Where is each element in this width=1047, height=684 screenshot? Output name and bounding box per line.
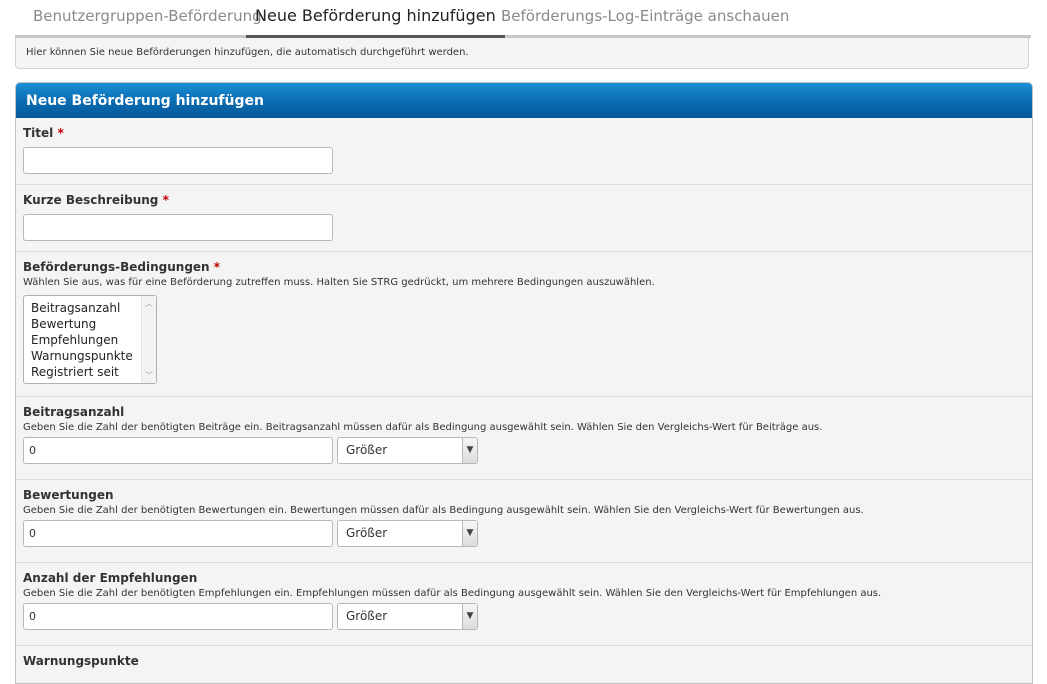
- post-count-description: Geben Sie die Zahl der benötigten Beiträ…: [23, 422, 823, 433]
- form-panel: Neue Beförderung hinzufügen Titel * Kurz…: [15, 82, 1033, 684]
- row-conditions: Beförderungs-Bedingungen * Wählen Sie au…: [16, 252, 1032, 397]
- conditions-option-post-count[interactable]: Beitragsanzahl: [31, 300, 120, 316]
- listbox-scrollbar[interactable]: ︿ ﹀: [141, 296, 156, 383]
- tab-add-new-promotion[interactable]: Neue Beförderung hinzufügen: [246, 0, 505, 38]
- post-count-comparison-value: Größer: [346, 443, 388, 457]
- title-label: Titel: [23, 126, 54, 140]
- ratings-comparison-select[interactable]: Größer ▼: [337, 520, 478, 547]
- row-warning-points: Warnungspunkte: [16, 646, 1032, 683]
- chevron-down-icon[interactable]: ▼: [462, 438, 477, 463]
- row-ratings: Bewertungen Geben Sie die Zahl der benöt…: [16, 480, 1032, 563]
- referrals-input[interactable]: 0: [23, 603, 333, 630]
- conditions-label: Beförderungs-Bedingungen: [23, 260, 210, 274]
- post-count-input[interactable]: 0: [23, 437, 333, 464]
- conditions-option-warning-points[interactable]: Warnungspunkte: [31, 348, 133, 364]
- tab-bar: Benutzergruppen-Beförderung Neue Beförde…: [15, 0, 1031, 38]
- row-short-description: Kurze Beschreibung *: [16, 185, 1032, 252]
- referrals-comparison-value: Größer: [346, 609, 388, 623]
- ratings-label: Bewertungen: [23, 488, 114, 502]
- ratings-comparison-value: Größer: [346, 526, 388, 540]
- referrals-description: Geben Sie die Zahl der benötigten Empfeh…: [23, 588, 882, 599]
- tab-usergroup-promotions[interactable]: Benutzergruppen-Beförderung: [33, 0, 262, 35]
- chevron-down-icon[interactable]: ▼: [462, 604, 477, 629]
- row-title: Titel *: [16, 118, 1032, 185]
- conditions-option-referrals[interactable]: Empfehlungen: [31, 332, 118, 348]
- required-marker: *: [57, 126, 64, 140]
- info-box: Hier können Sie neue Beförderungen hinzu…: [15, 38, 1029, 69]
- scroll-down-icon[interactable]: ﹀: [145, 370, 153, 381]
- short-description-input[interactable]: [23, 214, 333, 241]
- conditions-option-registered-since[interactable]: Registriert seit: [31, 364, 119, 380]
- info-text: Hier können Sie neue Beförderungen hinzu…: [26, 47, 469, 58]
- chevron-down-icon[interactable]: ▼: [462, 521, 477, 546]
- conditions-option-rating[interactable]: Bewertung: [31, 316, 96, 332]
- conditions-multiselect[interactable]: Beitragsanzahl Bewertung Empfehlungen Wa…: [23, 295, 157, 384]
- panel-title: Neue Beförderung hinzufügen: [16, 83, 1032, 118]
- row-post-count: Beitragsanzahl Geben Sie die Zahl der be…: [16, 397, 1032, 480]
- scroll-up-icon[interactable]: ︿: [145, 298, 153, 309]
- required-marker: *: [213, 260, 221, 274]
- warning-points-label: Warnungspunkte: [23, 654, 139, 668]
- referrals-label: Anzahl der Empfehlungen: [23, 571, 198, 585]
- conditions-description: Wählen Sie aus, was für eine Beförderung…: [23, 277, 655, 288]
- post-count-label: Beitragsanzahl: [23, 405, 125, 419]
- referrals-comparison-select[interactable]: Größer ▼: [337, 603, 478, 630]
- short-description-label: Kurze Beschreibung: [23, 193, 159, 207]
- tab-promotion-logs[interactable]: Beförderungs-Log-Einträge anschauen: [501, 0, 789, 35]
- ratings-input[interactable]: 0: [23, 520, 333, 547]
- title-input[interactable]: [23, 147, 333, 174]
- row-referrals: Anzahl der Empfehlungen Geben Sie die Za…: [16, 563, 1032, 646]
- post-count-comparison-select[interactable]: Größer ▼: [337, 437, 478, 464]
- ratings-description: Geben Sie die Zahl der benötigten Bewert…: [23, 505, 864, 516]
- required-marker: *: [162, 193, 169, 207]
